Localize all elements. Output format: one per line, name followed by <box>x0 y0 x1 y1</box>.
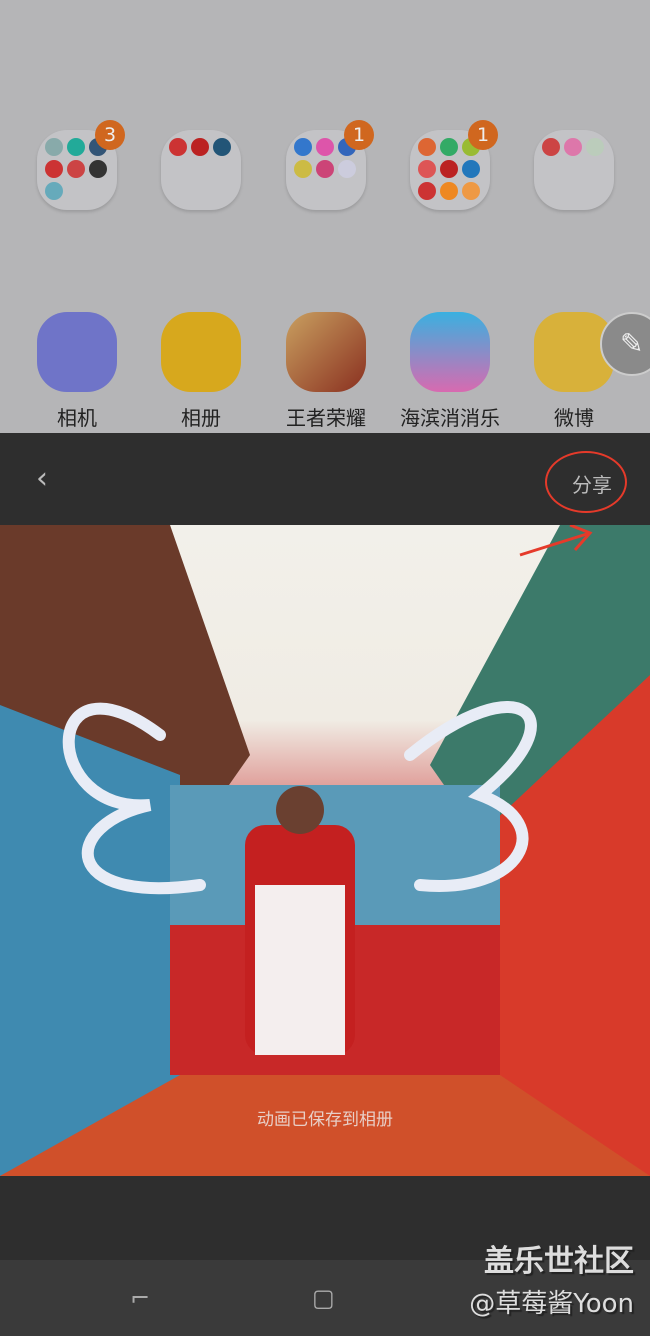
app-folder[interactable]: 1 <box>410 120 498 210</box>
photo-illustration <box>0 525 650 1176</box>
app-seaside-match[interactable]: 海滨消消乐 <box>400 312 500 431</box>
watermark-author: @草莓酱Yoon <box>469 1289 634 1319</box>
app-folder[interactable]: 3 <box>37 120 125 210</box>
notification-badge: 3 <box>95 120 125 150</box>
flower-icon <box>161 312 241 392</box>
notification-badge: 1 <box>344 120 374 150</box>
home-icon[interactable]: ▢ <box>312 1284 335 1312</box>
home-screen: 3 1 1 相机 相册 王者荣耀 海滨消消乐 微博 ✎ <box>0 0 650 433</box>
game-icon <box>286 312 366 392</box>
app-folder[interactable] <box>534 130 614 210</box>
watermark-title: 盖乐世社区 <box>484 1244 634 1279</box>
recent-apps-icon[interactable]: ⌐ <box>130 1284 150 1312</box>
viewer-toolbar: ‹ 分享 <box>0 433 650 525</box>
share-button[interactable]: 分享 <box>572 469 612 498</box>
toast-message: 动画已保存到相册 <box>257 1110 393 1130</box>
app-camera[interactable]: 相机 <box>37 312 117 431</box>
camera-icon <box>37 312 117 392</box>
app-honor-of-kings[interactable]: 王者荣耀 <box>286 312 366 431</box>
notification-badge: 1 <box>468 120 498 150</box>
app-gallery[interactable]: 相册 <box>161 312 241 431</box>
animated-photo <box>0 525 650 1176</box>
chevron-left-icon[interactable]: ‹ <box>36 461 48 496</box>
app-folder[interactable] <box>161 130 241 210</box>
app-folder[interactable]: 1 <box>286 120 374 210</box>
game-icon <box>410 312 490 392</box>
